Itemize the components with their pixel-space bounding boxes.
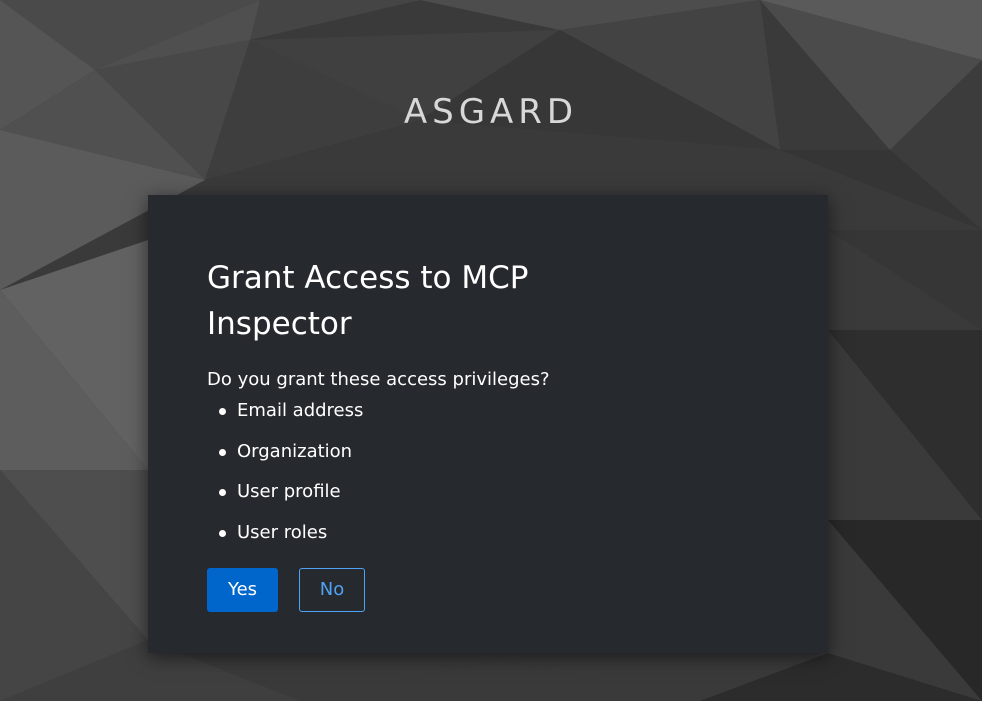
- bullet-icon: [219, 489, 226, 497]
- list-item: Email address: [207, 398, 363, 439]
- bullet-icon: [219, 530, 226, 538]
- list-item: Organization: [207, 439, 363, 480]
- scope-label: Organization: [237, 440, 353, 462]
- scope-label: User profile: [237, 481, 341, 503]
- realm-title: ASGARD: [403, 92, 579, 132]
- scope-label: Email address: [237, 400, 364, 421]
- scope-label: User roles: [237, 522, 328, 544]
- consent-question: Do you grant these access privileges?: [207, 369, 550, 390]
- page-title: Grant Access to MCP Inspector: [207, 260, 529, 342]
- list-item: User roles: [207, 520, 363, 561]
- consent-card: Grant Access to MCP Inspector Do you gra…: [148, 195, 828, 653]
- no-button[interactable]: No: [299, 568, 365, 612]
- scope-list: Email address Organization User profile …: [207, 398, 363, 561]
- yes-button[interactable]: Yes: [207, 568, 278, 612]
- list-item: User profile: [207, 479, 363, 520]
- bullet-icon: [219, 448, 226, 456]
- bullet-icon: [219, 408, 226, 415]
